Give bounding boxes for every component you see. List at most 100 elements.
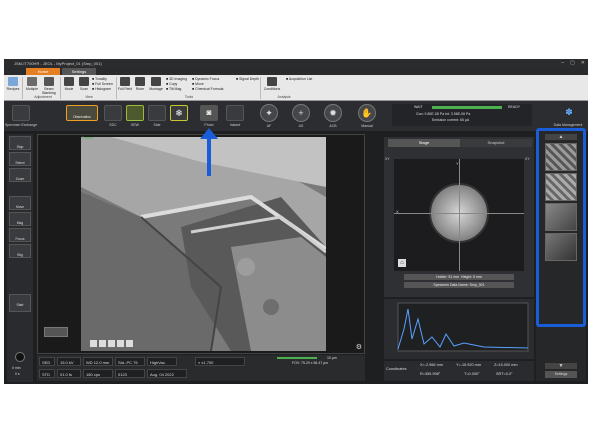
scale-label: 10 μm — [327, 356, 337, 360]
side-button[interactable] — [148, 105, 166, 121]
wd-value[interactable]: WD 12.0 mm — [83, 357, 113, 366]
acquisition-list-button[interactable]: ■ Acquisition List — [286, 77, 312, 82]
settings-button[interactable]: Settings — [545, 371, 577, 378]
scroll-down-icon[interactable]: ▼ — [545, 363, 577, 369]
count-rate-value: 180 cps — [83, 369, 113, 378]
zoom-button-1[interactable] — [90, 340, 97, 347]
chemical-formula-button[interactable]: ■ Chemical Formula — [192, 87, 224, 92]
sem-app-window: JSM-IT700HR - JEOL - MyProject_01 (Smp_0… — [4, 59, 588, 384]
sew-button[interactable] — [126, 105, 144, 121]
photo-button[interactable]: ◙ — [200, 105, 218, 121]
image-status-bar: SED 15.0 kV WD 12.0 mm Std.-PC 75 HighVa… — [37, 355, 365, 381]
zoom-tool[interactable]: Zoom — [9, 168, 31, 182]
xy-right-button[interactable]: XY — [525, 157, 530, 161]
instant-button[interactable] — [226, 105, 244, 121]
minimize-icon[interactable]: – — [561, 59, 564, 68]
scan-icon — [79, 77, 89, 86]
data-management-button[interactable]: ✽ — [560, 105, 578, 121]
sem-micrograph — [81, 137, 326, 351]
timer-seconds: 0 s — [15, 372, 20, 376]
stop-button[interactable]: Stop — [9, 136, 31, 150]
move-tool[interactable]: Move — [9, 196, 31, 210]
coord-t: T=0.000° — [464, 372, 480, 376]
zoom-button-2[interactable] — [99, 340, 106, 347]
as-button[interactable]: + — [292, 104, 310, 122]
ruler-icon — [135, 77, 145, 86]
tab-snapshot[interactable]: Snapshot — [460, 139, 532, 147]
montage-icon — [151, 77, 161, 86]
af-button[interactable]: ✦ — [260, 104, 278, 122]
tab-stage[interactable]: Stage — [388, 139, 460, 147]
tab-home[interactable]: Home — [26, 68, 60, 75]
scan-button[interactable]: Scan — [76, 77, 92, 94]
detector-value[interactable]: SED — [39, 357, 55, 366]
stig-tool[interactable]: Stig — [9, 244, 31, 258]
tab-settings[interactable]: Settings — [62, 68, 96, 75]
home-icon[interactable]: ⌂ — [398, 259, 406, 267]
zoom-button-3[interactable] — [108, 340, 115, 347]
title-bar: JSM-IT700HR - JEOL - MyProject_01 (Smp_0… — [4, 59, 588, 68]
conditions-button[interactable]: Conditions — [262, 77, 282, 94]
vac-value[interactable]: HighVac. — [147, 357, 177, 366]
beam-blanking-button[interactable]: Beam Blanking — [41, 77, 57, 95]
ruler-button[interactable]: Ruler — [132, 77, 148, 94]
maximize-icon[interactable]: ▢ — [570, 59, 575, 68]
stage-panel: Stage Snapshot X Y XY XY ⌂ Holder: 51 mm… — [384, 137, 534, 297]
signal-depth-button[interactable]: ■ Signal Depth — [236, 77, 259, 82]
zoom-controls — [90, 340, 133, 347]
timer-minutes: 0 min — [12, 366, 21, 370]
kv-value[interactable]: 15.0 kV — [57, 357, 81, 366]
start-button[interactable]: Start — [9, 294, 31, 312]
full-field-button[interactable]: Full Field — [117, 77, 133, 94]
snowflake-icon: ❄ — [175, 108, 183, 118]
photo-label: Photo — [204, 123, 214, 127]
af-icon: ✦ — [265, 108, 273, 118]
sdc-label: SDC — [109, 123, 117, 127]
mag-tool[interactable]: Mag — [9, 212, 31, 226]
coord-x: X=-2.966 mm — [420, 363, 443, 367]
ribbon: Recipes Multiple Beam Blanking Adjustmen… — [4, 75, 588, 101]
histogram-plot — [397, 302, 529, 352]
data-management-icon: ✽ — [565, 107, 573, 117]
scan-mode-value: STD — [39, 369, 55, 378]
ribbon-tabs: Home Settings — [4, 68, 588, 75]
observation-button[interactable]: Observation — [66, 105, 98, 121]
sew-label: SEW — [131, 123, 139, 127]
select-tool[interactable]: Select — [9, 152, 31, 166]
mode-button[interactable]: Mode — [61, 77, 77, 94]
holder-label: Holder: 51 mm Height: 5 mm — [404, 274, 514, 280]
histogram-button[interactable]: ■ Histogram — [92, 87, 111, 92]
std-value[interactable]: Std.-PC 75 — [115, 357, 145, 366]
group-analysis-label: Analysis — [277, 95, 291, 99]
zoom-button-5[interactable] — [126, 340, 133, 347]
sem-image-viewer[interactable]: Freeze ⚙ — [37, 134, 365, 354]
acb-button[interactable]: ✹ — [324, 104, 342, 122]
zoom-button-4[interactable] — [117, 340, 124, 347]
group-tools-label: Tools — [184, 95, 194, 99]
close-icon[interactable]: ✕ — [581, 59, 585, 68]
emission-current: Emission current: 66 μA — [432, 118, 470, 122]
freeze-thumbnail[interactable] — [44, 327, 68, 337]
screenshot-canvas: JSM-IT700HR - JEOL - MyProject_01 (Smp_0… — [0, 0, 592, 444]
mag-value[interactable]: ⌕ x1,700 — [195, 357, 245, 366]
hand-icon: ✋ — [361, 108, 373, 118]
manual-button[interactable]: ✋ — [358, 104, 376, 122]
viewer-settings-icon[interactable]: ⚙ — [356, 343, 362, 351]
focus-tool[interactable]: Focus — [9, 228, 31, 242]
multiple-button[interactable]: Multiple — [24, 77, 40, 94]
montage-button[interactable]: Montage — [148, 77, 164, 94]
specimen-exchange-button[interactable] — [12, 105, 30, 121]
sdc-button[interactable] — [104, 105, 122, 121]
divider — [260, 77, 261, 99]
tilt-mag-button[interactable]: ■ Tilt Mag — [166, 87, 181, 92]
recipes-button[interactable]: Recipes — [5, 77, 21, 94]
stage-nav-area[interactable]: X Y — [394, 159, 524, 271]
coord-z: Z=15.000 mm — [494, 363, 518, 367]
freeze-snow-button[interactable]: ❄ — [170, 105, 188, 121]
signal-histogram — [384, 299, 534, 359]
x-axis-label: X — [396, 209, 399, 214]
sem-image[interactable] — [81, 137, 326, 351]
coord-y: Y=-15.920 mm — [456, 363, 482, 367]
group-view-label: View — [85, 95, 93, 99]
xy-left-button[interactable]: XY — [385, 157, 390, 161]
